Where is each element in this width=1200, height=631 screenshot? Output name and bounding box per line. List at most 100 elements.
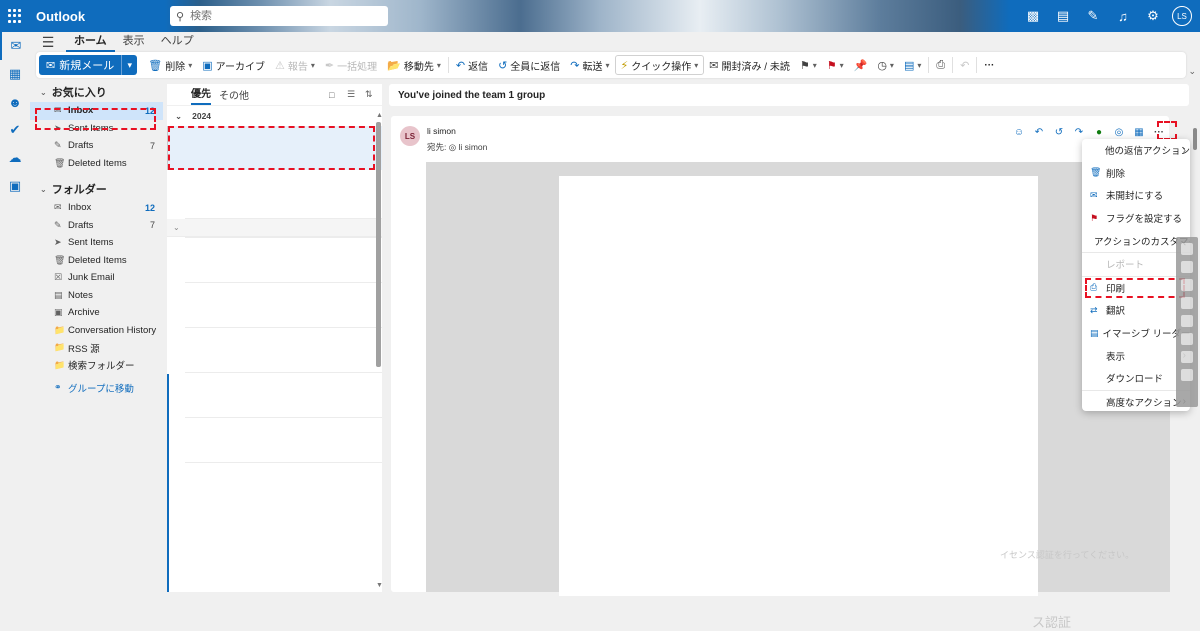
menu-item-print[interactable]: ⎙ 印刷 <box>1082 277 1190 300</box>
folder-item-rss[interactable]: 📁 RSS 源 <box>30 339 163 357</box>
collapsed-group[interactable]: ⌄ <box>167 219 382 237</box>
mail-icon[interactable]: ✉ <box>0 32 30 60</box>
pin-button[interactable]: 📌 <box>849 54 873 76</box>
rules-button[interactable]: ▤ ▾ <box>899 54 926 76</box>
scroll-down-icon[interactable]: ▼ <box>376 582 383 589</box>
print-button[interactable]: ⎙ <box>931 54 950 76</box>
bell-icon[interactable]: ♫ <box>1108 0 1138 32</box>
select-icon[interactable]: □ <box>329 90 334 100</box>
tab-other[interactable]: その他 <box>219 87 249 102</box>
gear-icon[interactable]: ⚙ <box>1138 0 1168 32</box>
meet-now-icon[interactable]: ▩ <box>1018 0 1048 32</box>
read-unread-button[interactable]: ✉ 開封済み / 未読 <box>704 54 795 76</box>
favorites-header[interactable]: ⌄ お気に入り <box>30 82 163 102</box>
sender-avatar[interactable]: LS <box>400 126 420 146</box>
new-mail-button[interactable]: ✉ 新規メール <box>39 55 122 75</box>
scroll-up-icon[interactable]: ▲ <box>376 112 383 119</box>
favorite-item-sent[interactable]: ➤ Sent Items <box>30 120 163 138</box>
flag-button[interactable]: ⚑ ▾ <box>822 54 849 76</box>
tab-focused[interactable]: 優先 <box>191 85 211 105</box>
menu-item-download[interactable]: ダウンロード <box>1082 367 1190 390</box>
sender-name[interactable]: li simon <box>427 126 456 136</box>
search-box[interactable]: ⚲ <box>170 6 388 26</box>
archive-button[interactable]: ▣ アーカイブ <box>197 54 270 76</box>
reply-all-button[interactable]: ↺ 全員に返信 <box>493 54 565 76</box>
folder-item-drafts[interactable]: ✎ Drafts 7 <box>30 217 163 235</box>
chevron-down-icon[interactable]: ⌄ <box>1188 66 1196 77</box>
snooze-button[interactable]: ◷ ▾ <box>872 54 899 76</box>
more-apps-icon[interactable]: ▣ <box>0 172 30 200</box>
printer-icon: ⎙ <box>936 58 946 71</box>
filter-icon[interactable]: ☰ <box>347 89 355 100</box>
recipient-name[interactable]: li simon <box>459 142 488 152</box>
drafts-count: 7 <box>149 220 155 231</box>
message-item[interactable] <box>167 126 382 170</box>
app-launcher-icon[interactable] <box>8 9 22 23</box>
quick-steps-button[interactable]: ⚡ クイック操作 ▾ <box>614 55 705 75</box>
menu-item-customize-actions[interactable]: アクションのカスタマイズ <box>1082 229 1190 252</box>
hamburger-icon[interactable]: ☰ <box>30 34 66 51</box>
folders-header[interactable]: ⌄ フォルダー <box>30 179 163 199</box>
menu-item-other-reply-actions[interactable]: 他の返信アクション › <box>1082 139 1190 162</box>
reply-all-icon[interactable]: ↺ <box>1049 122 1069 142</box>
onedrive-icon[interactable]: ☁ <box>0 144 30 172</box>
menu-item-flag[interactable]: ⚑ フラグを設定する <box>1082 207 1190 230</box>
forward-button[interactable]: ↷ 転送 ▾ <box>565 54 614 76</box>
folder-item-deleted[interactable]: 🗑 Deleted Items <box>30 252 163 270</box>
tag-button[interactable]: ⚑ ▾ <box>795 54 822 76</box>
menu-item-translate[interactable]: ⇄ 翻訳 <box>1082 299 1190 322</box>
folder-item-sent[interactable]: ➤ Sent Items <box>30 234 163 252</box>
forward-icon: ↷ <box>570 59 580 72</box>
message-list-scrollbar[interactable] <box>376 122 381 367</box>
new-mail-dropdown[interactable]: ▾ <box>121 55 138 75</box>
pencil-icon: ✎ <box>54 140 62 151</box>
todo-icon[interactable]: ✔ <box>0 116 30 144</box>
more-actions-menu: 他の返信アクション › 🗑 削除 ✉ 未開封にする ⚑ フラグを設定する アクションのカ… <box>1082 139 1190 411</box>
tab-home[interactable]: ホーム <box>66 32 115 52</box>
people-icon[interactable]: ☻ <box>0 88 30 116</box>
menu-item-advanced-actions[interactable]: 高度なアクション› <box>1082 391 1190 411</box>
favorite-item-deleted[interactable]: 🗑 Deleted Items <box>30 155 163 173</box>
sort-icon[interactable]: ⇅ <box>365 89 373 100</box>
tab-view[interactable]: 表示 <box>115 32 153 52</box>
emoji-icon[interactable]: ☺ <box>1009 122 1029 142</box>
folder-item-notes[interactable]: ▤ Notes <box>30 287 163 305</box>
group-header[interactable]: ⌄ 2024 <box>167 106 382 126</box>
teams-icon[interactable]: ▤ <box>1048 0 1078 32</box>
delete-button[interactable]: 🗑 削除 ▾ <box>143 54 197 76</box>
recipient-line: 宛先: ◎ li simon <box>427 142 488 152</box>
search-input[interactable] <box>190 10 371 22</box>
favorite-item-inbox[interactable]: ✉ Inbox 12 <box>30 102 163 120</box>
undo-button[interactable]: ↶ <box>955 54 974 76</box>
folder-item-inbox[interactable]: ✉ Inbox 12 <box>30 199 163 217</box>
tab-help[interactable]: ヘルプ <box>153 32 202 52</box>
menu-item-report[interactable]: レポート <box>1082 253 1190 276</box>
calendar-icon[interactable]: ▦ <box>0 60 30 88</box>
folder-pane: ⌄ お気に入り ✉ Inbox 12 ➤ Sent Items ✎ Drafts 7 🗑 De… <box>30 82 163 592</box>
report-button[interactable]: ⚠ 報告 ▾ <box>270 54 320 76</box>
folder-icon: 📁 <box>54 324 66 335</box>
menu-item-view[interactable]: 表示› <box>1082 344 1190 367</box>
app-name[interactable]: Outlook <box>36 9 85 24</box>
reply-icon[interactable]: ↶ <box>1029 122 1049 142</box>
go-to-groups-link[interactable]: ⚭ グループに移動 <box>30 379 163 397</box>
more-ribbon-button[interactable]: ··· <box>979 54 999 76</box>
scrollbar-thumb[interactable] <box>1193 128 1197 150</box>
reply-button[interactable]: ↶ 返信 <box>451 54 493 76</box>
account-avatar[interactable]: LS <box>1172 6 1192 26</box>
folder-item-junk[interactable]: ☒ Junk Email <box>30 269 163 287</box>
list-item <box>185 282 382 327</box>
move-button[interactable]: 📂 移動先 ▾ <box>382 54 446 76</box>
reading-scrollbar[interactable] <box>1192 84 1198 592</box>
flag-icon: ⚑ <box>826 59 837 72</box>
menu-item-mark-unread[interactable]: ✉ 未開封にする <box>1082 184 1190 207</box>
menu-item-immersive-reader[interactable]: ▤イマーシブ リーダーで表示 <box>1082 322 1190 345</box>
folder-item-archive[interactable]: ▣ Archive <box>30 304 163 322</box>
favorite-item-drafts[interactable]: ✎ Drafts 7 <box>30 137 163 155</box>
folder-item-conversation-history[interactable]: 📁 Conversation History <box>30 322 163 340</box>
folder-item-search-folders[interactable]: 📁 検索フォルダー <box>30 357 163 375</box>
menu-item-delete[interactable]: 🗑 削除 <box>1082 162 1190 185</box>
notes-icon[interactable]: ✎ <box>1078 0 1108 32</box>
sweep-button[interactable]: ✒ 一括処理 <box>320 54 382 76</box>
